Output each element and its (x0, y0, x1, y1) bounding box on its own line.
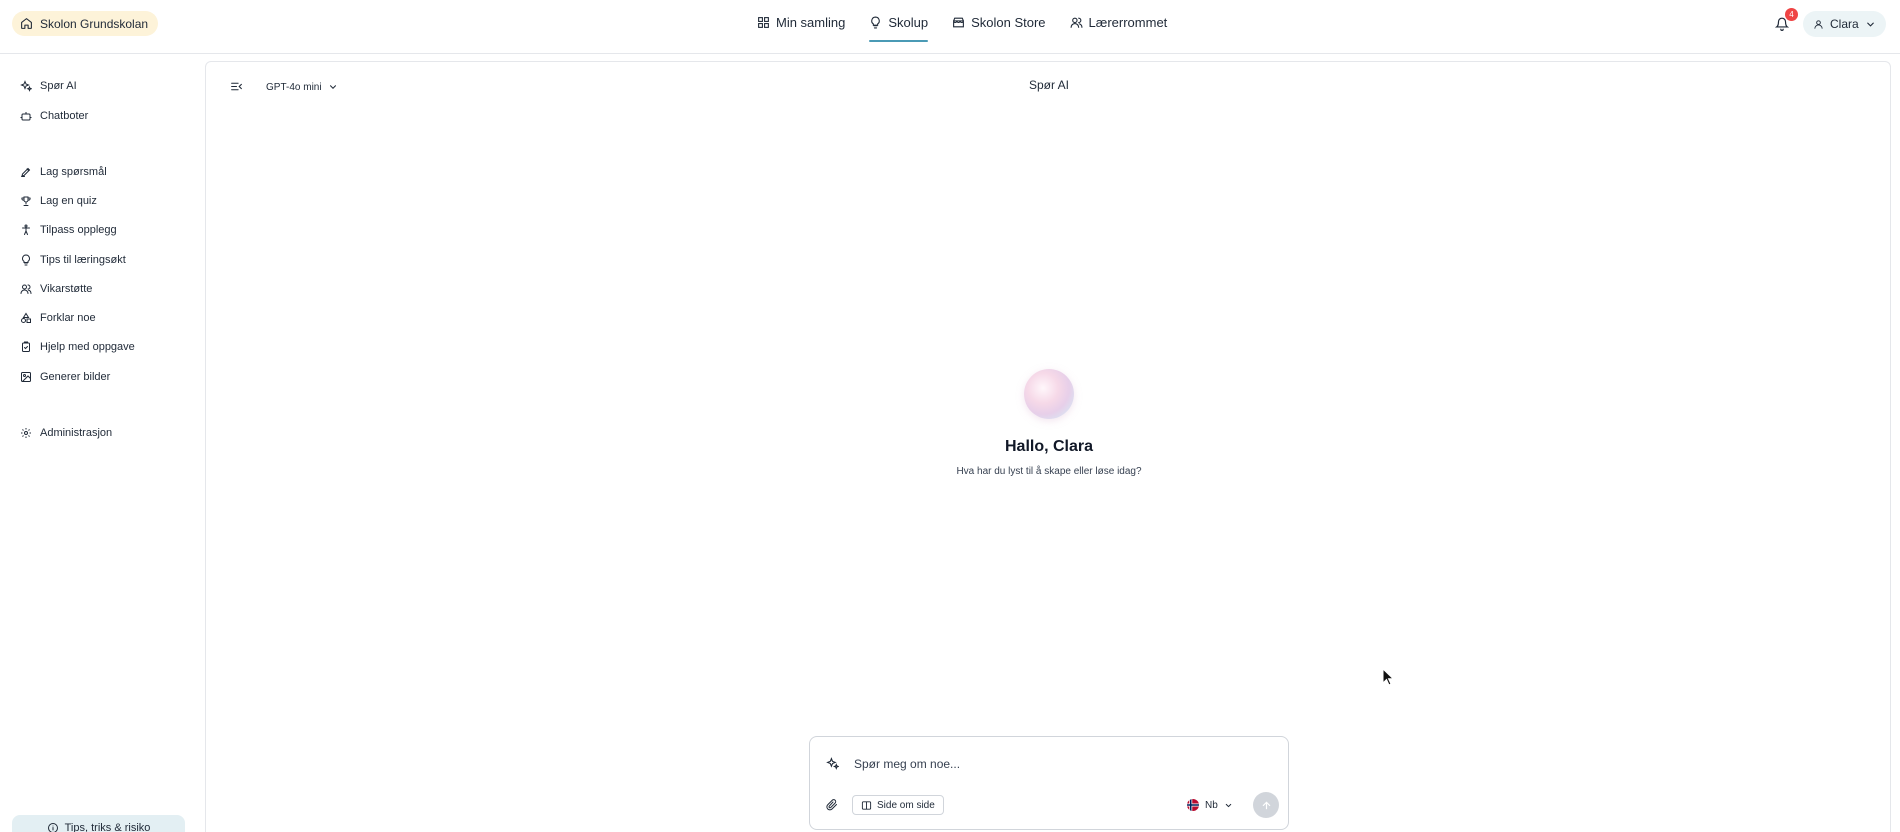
attach-button[interactable] (824, 797, 840, 813)
nav-laererrommet[interactable]: Lærerrommet (1070, 0, 1168, 44)
gear-icon (20, 427, 32, 439)
chevron-down-icon (1865, 19, 1876, 30)
nav-label: Skolon Store (971, 14, 1046, 30)
users-icon (1070, 16, 1083, 29)
tips-label: Tips, triks & risiko (64, 822, 151, 832)
sidebar-item-label: Lag spørsmål (40, 166, 107, 178)
sidebar-item-label: Lag en quiz (40, 195, 97, 207)
send-button[interactable] (1253, 792, 1279, 818)
sidebar-item-label: Forklar noe (40, 312, 96, 324)
sidebar-item-vikarstotte[interactable]: Vikarstøtte (20, 279, 92, 299)
sidebar-item-tips-til-laeringsokt[interactable]: Tips til læringsøkt (20, 250, 126, 270)
nav-label: Lærerrommet (1088, 14, 1168, 30)
arrow-up-icon (1261, 800, 1272, 811)
sidebar-item-hjelp-med-oppgave[interactable]: Hjelp med oppgave (20, 337, 135, 357)
school-name: Skolon Grundskolan (40, 16, 149, 31)
sidebar-item-generer-bilder[interactable]: Generer bilder (20, 367, 110, 387)
sidebar-item-label: Hjelp med oppgave (40, 341, 135, 353)
sidebar: Spør AI Chatboter Lag spørsmål Lag en qu… (0, 55, 205, 832)
users-icon (20, 283, 32, 295)
user-menu[interactable]: Clara (1803, 11, 1886, 37)
columns-icon (861, 800, 872, 811)
bot-icon (20, 110, 32, 122)
image-icon (20, 371, 32, 383)
paperclip-icon (824, 799, 840, 811)
sidebar-item-label: Tips til læringsøkt (40, 254, 126, 266)
sparkles-icon (20, 80, 32, 92)
grid-icon (757, 16, 770, 29)
language-code: Nb (1205, 799, 1218, 811)
sidebar-item-forklar-noe[interactable]: Forklar noe (20, 308, 96, 328)
chevron-down-icon (1224, 801, 1233, 810)
info-icon (47, 822, 59, 832)
notification-badge: 4 (1785, 8, 1798, 21)
user-icon (1813, 19, 1824, 30)
nav-min-samling[interactable]: Min samling (757, 0, 845, 44)
accessibility-icon (20, 224, 32, 236)
sidebar-item-lag-sporsmal[interactable]: Lag spørsmål (20, 162, 107, 182)
school-switcher[interactable]: Skolon Grundskolan (12, 11, 159, 36)
page-title: Spør AI (1028, 78, 1069, 92)
tips-button[interactable]: Tips, triks & risiko (12, 815, 185, 832)
nav-label: Min samling (776, 14, 846, 30)
trophy-icon (20, 195, 32, 207)
sidebar-item-label: Vikarstøtte (40, 283, 93, 295)
prompt-input[interactable] (854, 753, 1254, 775)
nav-skolon-store[interactable]: Skolon Store (952, 0, 1046, 44)
language-selector[interactable]: Nb (1187, 796, 1233, 814)
side-by-side-label: Side om side (877, 799, 935, 811)
main-nav: Min samling Skolup Skolon Store Lærerrom… (757, 0, 1167, 44)
sidebar-item-chatboter[interactable]: Chatboter (20, 106, 88, 126)
greeting-heading: Hallo, Clara (1004, 438, 1094, 455)
sidebar-item-administrasjon[interactable]: Administrasjon (20, 423, 112, 443)
sparkles-icon (826, 757, 840, 771)
sidebar-item-label: Spør AI (40, 80, 77, 92)
lightbulb-icon (20, 254, 32, 266)
top-bar: Skolon Grundskolan Min samling Skolup Sk… (0, 0, 1900, 54)
lightbulb-icon (869, 16, 882, 29)
home-icon (20, 17, 33, 30)
shapes-icon (20, 312, 32, 324)
norway-flag-icon (1187, 799, 1199, 811)
sidebar-item-label: Chatboter (40, 110, 89, 122)
nav-label: Skolup (888, 14, 929, 30)
sidebar-item-label: Tilpass opplegg (40, 224, 117, 236)
message-composer: Side om side Nb (809, 736, 1289, 830)
clipboard-icon (20, 341, 32, 353)
sidebar-item-lag-en-quiz[interactable]: Lag en quiz (20, 191, 97, 211)
user-name: Clara (1830, 17, 1859, 31)
greeting-subtitle: Hva har du lyst til å skape eller løse i… (956, 466, 1142, 477)
ai-avatar (1024, 369, 1074, 419)
sidebar-item-label: Generer bilder (40, 371, 111, 383)
nav-skolup[interactable]: Skolup (869, 0, 928, 44)
pen-icon (20, 166, 32, 178)
sidebar-item-spor-ai[interactable]: Spør AI (20, 76, 77, 96)
sidebar-item-label: Administrasjon (40, 427, 113, 439)
chat-panel: GPT-4o mini Spør AI Hallo, Clara Hva har… (205, 61, 1891, 832)
store-icon (952, 16, 965, 29)
side-by-side-button[interactable]: Side om side (852, 795, 944, 815)
mouse-cursor-icon (1382, 668, 1394, 686)
sidebar-item-tilpass-opplegg[interactable]: Tilpass opplegg (20, 220, 117, 240)
